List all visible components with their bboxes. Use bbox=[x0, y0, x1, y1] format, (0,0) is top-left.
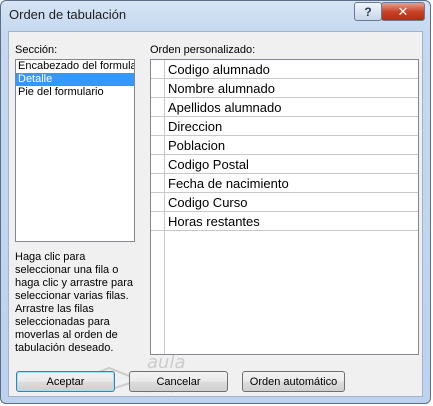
auto-order-button[interactable]: Orden automático bbox=[242, 371, 345, 392]
row-label: Codigo alumnado bbox=[168, 62, 270, 77]
grid-row[interactable]: Nombre alumnado bbox=[151, 79, 418, 98]
close-button[interactable]: ✕ bbox=[381, 2, 425, 21]
row-selector-column bbox=[151, 231, 165, 354]
section-label: Sección: bbox=[15, 44, 58, 56]
tab-order-grid[interactable]: Codigo alumnado Nombre alumnado Apellido… bbox=[150, 59, 419, 355]
row-label: Horas restantes bbox=[168, 214, 260, 229]
accept-button[interactable]: Aceptar bbox=[16, 371, 115, 392]
row-selector[interactable] bbox=[151, 79, 165, 97]
row-label: Fecha de nacimiento bbox=[168, 176, 289, 191]
row-label: Direccion bbox=[168, 119, 223, 134]
grid-row[interactable]: Apellidos alumnado bbox=[151, 98, 418, 117]
section-item-pie[interactable]: Pie del formulario bbox=[16, 86, 134, 99]
row-label: Poblacion bbox=[168, 138, 226, 153]
row-label: Nombre alumnado bbox=[168, 81, 275, 96]
cancel-button[interactable]: Cancelar bbox=[129, 371, 228, 392]
grid-row[interactable]: Direccion bbox=[151, 117, 418, 136]
row-label: Apellidos alumnado bbox=[168, 100, 282, 115]
row-selector[interactable] bbox=[151, 174, 165, 192]
row-selector[interactable] bbox=[151, 98, 165, 116]
tab-order-dialog: Orden de tabulación ? ✕ Sección: Encabez… bbox=[0, 0, 431, 404]
grid-row[interactable]: Codigo alumnado bbox=[151, 60, 418, 79]
grid-row[interactable]: Fecha de nacimiento bbox=[151, 174, 418, 193]
title-bar[interactable]: Orden de tabulación ? ✕ bbox=[1, 1, 430, 31]
grid-row[interactable]: Codigo Postal bbox=[151, 155, 418, 174]
question-mark-icon: ? bbox=[364, 4, 372, 19]
row-selector[interactable] bbox=[151, 136, 165, 154]
help-button[interactable]: ? bbox=[354, 2, 382, 21]
help-text: Haga clic para seleccionar una fila o ha… bbox=[15, 251, 133, 354]
section-item-encabezado[interactable]: Encabezado del formula bbox=[16, 60, 134, 73]
row-selector[interactable] bbox=[151, 60, 165, 78]
row-selector[interactable] bbox=[151, 193, 165, 211]
row-label: Codigo Postal bbox=[168, 157, 249, 172]
order-label: Orden personalizado: bbox=[150, 44, 256, 56]
section-item-detalle[interactable]: Detalle bbox=[16, 73, 134, 86]
row-selector[interactable] bbox=[151, 155, 165, 173]
grid-row[interactable]: Poblacion bbox=[151, 136, 418, 155]
section-list[interactable]: Encabezado del formula Detalle Pie del f… bbox=[15, 59, 135, 242]
grid-row[interactable]: Horas restantes bbox=[151, 212, 418, 231]
svg-text:aula: aula bbox=[147, 352, 185, 373]
row-label: Codigo Curso bbox=[168, 195, 248, 210]
row-selector[interactable] bbox=[151, 117, 165, 135]
grid-row[interactable]: Codigo Curso bbox=[151, 193, 418, 212]
row-selector[interactable] bbox=[151, 212, 165, 230]
window-title: Orden de tabulación bbox=[9, 7, 127, 22]
close-icon: ✕ bbox=[397, 3, 409, 19]
dialog-body: Sección: Encabezado del formula Detalle … bbox=[8, 31, 423, 397]
